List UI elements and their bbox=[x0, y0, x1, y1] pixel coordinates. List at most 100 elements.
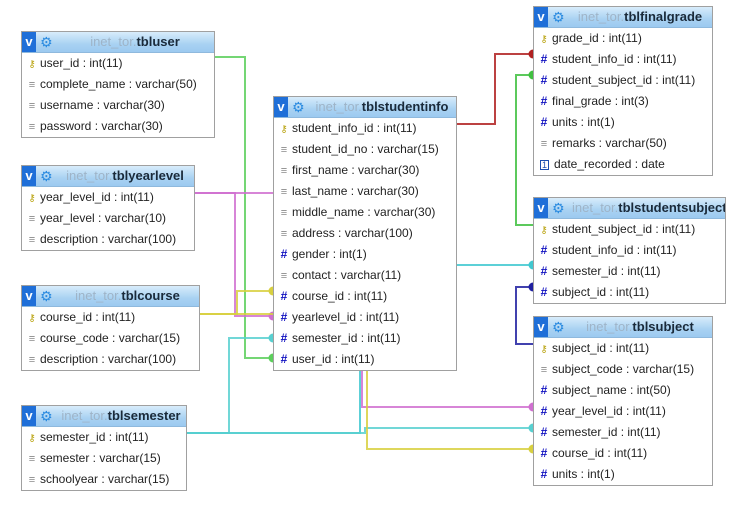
column-row[interactable]: # semester_id : int(11) bbox=[534, 261, 725, 282]
table-tblcourse[interactable]: v ⚙ inet_tor.tblcourse ⚷ course_id : int(11)… bbox=[21, 285, 200, 371]
column-row[interactable]: ≡ semester : varchar(15) bbox=[22, 448, 186, 469]
column-label: semester_id : int(11) bbox=[40, 430, 149, 444]
table-tblsubject[interactable]: v ⚙ inet_tor.tblsubject ⚷ subject_id : int(1… bbox=[533, 316, 713, 486]
toggle-columns-button[interactable]: v bbox=[534, 7, 548, 27]
toggle-columns-button[interactable]: v bbox=[274, 97, 288, 117]
table-tblsemester[interactable]: v ⚙ inet_tor.tblsemester ⚷ semester_id : int… bbox=[21, 405, 187, 491]
schema-name: inet_tor. bbox=[66, 168, 113, 183]
column-row[interactable]: # student_info_id : int(11) bbox=[534, 49, 712, 70]
column-row[interactable]: ≡ password : varchar(30) bbox=[22, 116, 214, 137]
column-row[interactable]: ≡ username : varchar(30) bbox=[22, 95, 214, 116]
table-tblstudentinfo[interactable]: v ⚙ inet_tor.tblstudentinfo ⚷ student_info_i… bbox=[273, 96, 457, 371]
column-row[interactable]: ≡ contact : varchar(11) bbox=[274, 265, 456, 286]
column-row[interactable]: # subject_id : int(11) bbox=[534, 282, 725, 303]
column-row[interactable]: ⚷ student_info_id : int(11) bbox=[274, 118, 456, 139]
column-row[interactable]: ⚷ subject_id : int(11) bbox=[534, 338, 712, 359]
gear-icon[interactable]: ⚙ bbox=[40, 289, 54, 303]
column-row[interactable]: ⚷ year_level_id : int(11) bbox=[22, 187, 194, 208]
gear-icon[interactable]: ⚙ bbox=[552, 10, 566, 24]
column-row[interactable]: ≡ description : varchar(100) bbox=[22, 349, 199, 370]
table-header[interactable]: v ⚙ inet_tor.tblstudentsubject bbox=[534, 198, 725, 219]
column-row[interactable]: ≡ schoolyear : varchar(15) bbox=[22, 469, 186, 490]
key-icon: ⚷ bbox=[540, 225, 548, 236]
column-row[interactable]: # year_level_id : int(11) bbox=[534, 401, 712, 422]
column-row[interactable]: ≡ subject_code : varchar(15) bbox=[534, 359, 712, 380]
column-row[interactable]: # gender : int(1) bbox=[274, 244, 456, 265]
table-tblstudentsubject[interactable]: v ⚙ inet_tor.tblstudentsubject ⚷ student_sub… bbox=[533, 197, 726, 304]
toggle-columns-button[interactable]: v bbox=[22, 286, 36, 306]
relation-line bbox=[515, 286, 533, 345]
gear-icon[interactable]: ⚙ bbox=[292, 100, 306, 114]
column-row[interactable]: # user_id : int(11) bbox=[274, 349, 456, 370]
table-header[interactable]: v ⚙ inet_tor.tblsemester bbox=[22, 406, 186, 427]
column-row[interactable]: ≡ course_code : varchar(15) bbox=[22, 328, 199, 349]
column-row[interactable]: ⚷ grade_id : int(11) bbox=[534, 28, 712, 49]
table-header[interactable]: v ⚙ inet_tor.tblstudentinfo bbox=[274, 97, 456, 118]
schema-name: inet_tor. bbox=[90, 34, 137, 49]
gear-icon[interactable]: ⚙ bbox=[40, 169, 54, 183]
table-name: tblfinalgrade bbox=[624, 9, 703, 24]
gear-icon[interactable]: ⚙ bbox=[40, 35, 54, 49]
key-icon: ⚷ bbox=[540, 344, 548, 355]
gear-icon[interactable]: ⚙ bbox=[552, 320, 566, 334]
table-header[interactable]: v ⚙ inet_tor.tblfinalgrade bbox=[534, 7, 712, 28]
table-header[interactable]: v ⚙ inet_tor.tblsubject bbox=[534, 317, 712, 338]
table-tbluser[interactable]: v ⚙ inet_tor.tbluser ⚷ user_id : int(11) ≡ com… bbox=[21, 31, 215, 138]
text-icon: ≡ bbox=[540, 364, 548, 376]
gear-icon[interactable]: ⚙ bbox=[40, 409, 54, 423]
column-row[interactable]: ⚷ semester_id : int(11) bbox=[22, 427, 186, 448]
column-row[interactable]: ⚷ user_id : int(11) bbox=[22, 53, 214, 74]
column-row[interactable]: # course_id : int(11) bbox=[534, 443, 712, 464]
column-row[interactable]: ⚷ course_id : int(11) bbox=[22, 307, 199, 328]
column-row[interactable]: # units : int(1) bbox=[534, 464, 712, 485]
column-row[interactable]: ≡ address : varchar(100) bbox=[274, 223, 456, 244]
table-header[interactable]: v ⚙ inet_tor.tblcourse bbox=[22, 286, 199, 307]
text-icon: ≡ bbox=[28, 474, 36, 486]
column-label: contact : varchar(11) bbox=[292, 268, 402, 282]
text-icon: ≡ bbox=[280, 228, 288, 240]
column-row[interactable]: ≡ remarks : varchar(50) bbox=[534, 133, 712, 154]
table-tblyearlevel[interactable]: v ⚙ inet_tor.tblyearlevel ⚷ year_level_id : … bbox=[21, 165, 195, 251]
relation-line bbox=[457, 53, 533, 125]
column-label: gender : int(1) bbox=[292, 247, 367, 261]
table-name: tblstudentsubject bbox=[618, 200, 725, 215]
gear-icon[interactable]: ⚙ bbox=[552, 201, 566, 215]
table-title: inet_tor.tblstudentinfo bbox=[312, 97, 452, 117]
column-row[interactable]: # units : int(1) bbox=[534, 112, 712, 133]
column-row[interactable]: ≡ middle_name : varchar(30) bbox=[274, 202, 456, 223]
table-header[interactable]: v ⚙ inet_tor.tblyearlevel bbox=[22, 166, 194, 187]
numeric-icon: # bbox=[540, 115, 548, 129]
column-row[interactable]: # final_grade : int(3) bbox=[534, 91, 712, 112]
column-row[interactable]: ≡ year_level : varchar(10) bbox=[22, 208, 194, 229]
column-label: year_level_id : int(11) bbox=[552, 404, 666, 418]
column-row[interactable]: # student_subject_id : int(11) bbox=[534, 70, 712, 91]
column-row[interactable]: ≡ student_id_no : varchar(15) bbox=[274, 139, 456, 160]
column-row[interactable]: ⚷ student_subject_id : int(11) bbox=[534, 219, 725, 240]
toggle-columns-button[interactable]: v bbox=[22, 166, 36, 186]
column-row[interactable]: # semester_id : int(11) bbox=[534, 422, 712, 443]
relation-line bbox=[200, 290, 273, 315]
toggle-columns-button[interactable]: v bbox=[534, 198, 548, 218]
toggle-columns-button[interactable]: v bbox=[534, 317, 548, 337]
column-row[interactable]: # student_info_id : int(11) bbox=[534, 240, 725, 261]
relation-line bbox=[515, 74, 533, 226]
numeric-icon: # bbox=[280, 352, 288, 366]
toggle-columns-button[interactable]: v bbox=[22, 32, 36, 52]
column-label: student_id_no : varchar(15) bbox=[292, 142, 439, 156]
column-row[interactable]: ≡ last_name : varchar(30) bbox=[274, 181, 456, 202]
table-tblfinalgrade[interactable]: v ⚙ inet_tor.tblfinalgrade ⚷ grade_id : int(… bbox=[533, 6, 713, 176]
column-row[interactable]: ≡ first_name : varchar(30) bbox=[274, 160, 456, 181]
table-title: inet_tor.tbluser bbox=[60, 32, 210, 52]
key-icon: ⚷ bbox=[28, 59, 36, 70]
column-row[interactable]: # yearlevel_id : int(11) bbox=[274, 307, 456, 328]
column-row[interactable]: 1 date_recorded : date bbox=[534, 154, 712, 175]
toggle-columns-button[interactable]: v bbox=[22, 406, 36, 426]
column-row[interactable]: ≡ description : varchar(100) bbox=[22, 229, 194, 250]
table-header[interactable]: v ⚙ inet_tor.tbluser bbox=[22, 32, 214, 53]
column-row[interactable]: # subject_name : int(50) bbox=[534, 380, 712, 401]
text-icon: ≡ bbox=[28, 354, 36, 366]
column-row[interactable]: # semester_id : int(11) bbox=[274, 328, 456, 349]
numeric-icon: # bbox=[540, 425, 548, 439]
column-row[interactable]: # course_id : int(11) bbox=[274, 286, 456, 307]
column-row[interactable]: ≡ complete_name : varchar(50) bbox=[22, 74, 214, 95]
